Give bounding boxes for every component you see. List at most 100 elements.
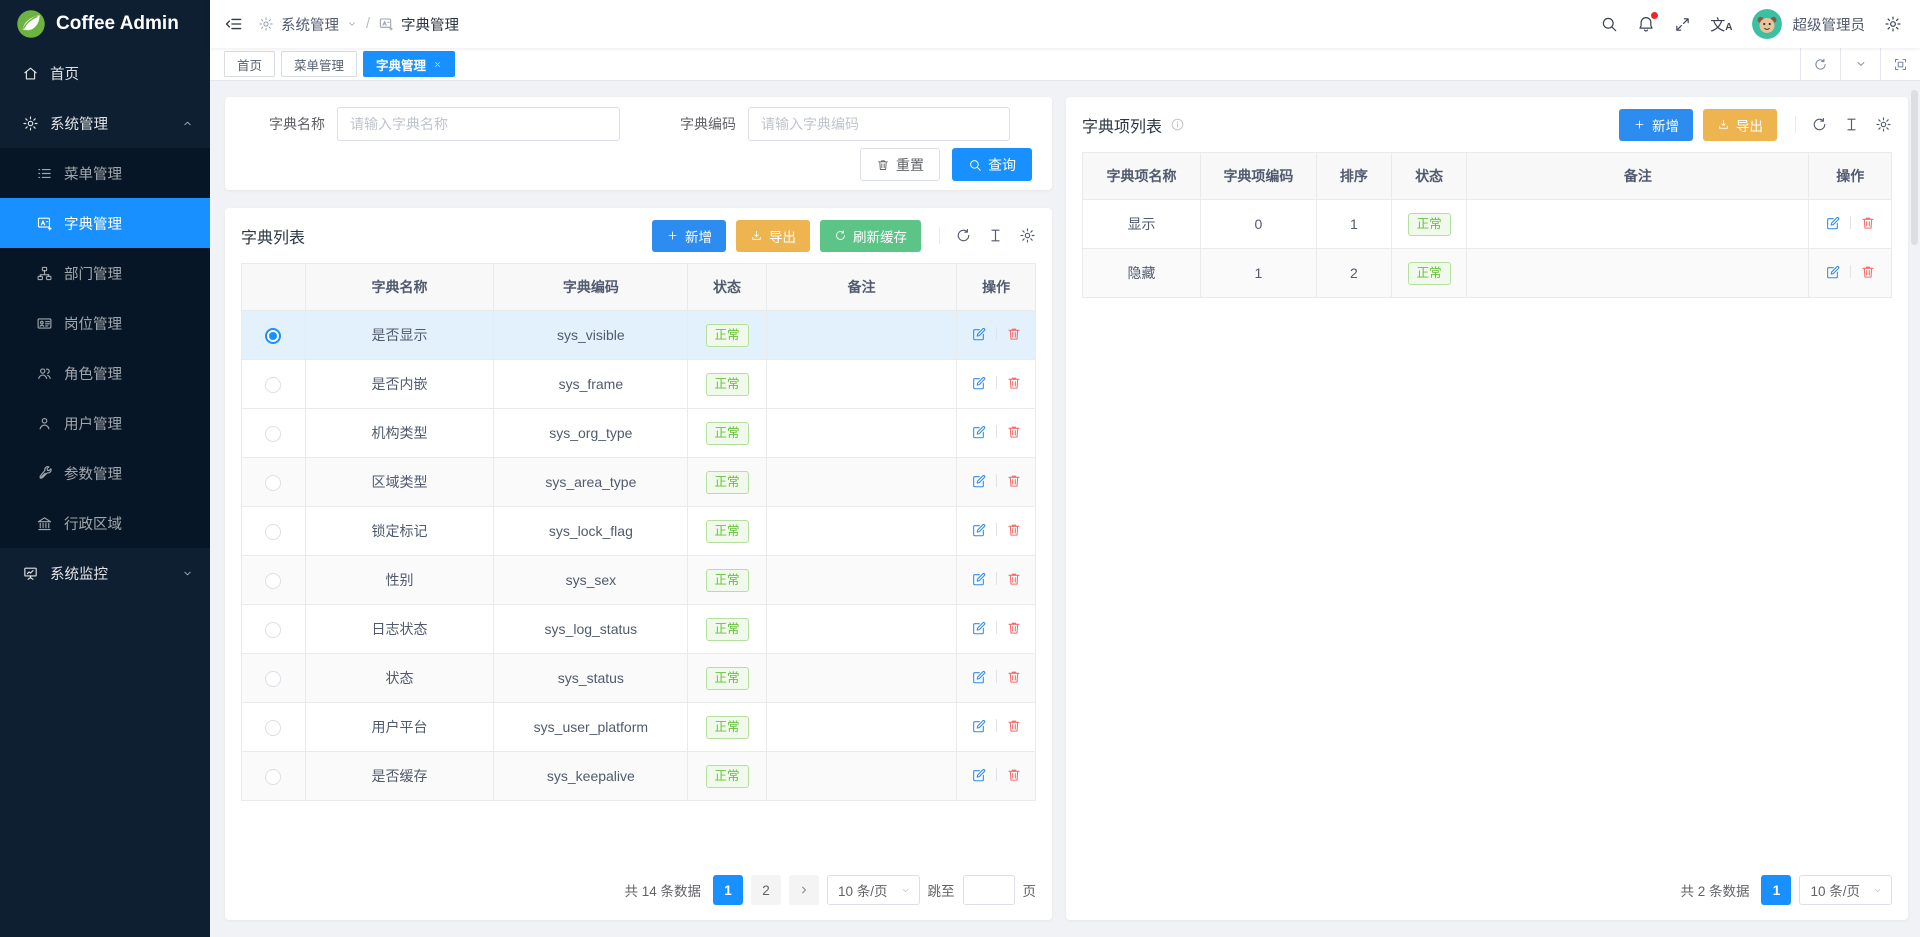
trash-icon[interactable] xyxy=(1860,264,1876,280)
edit-icon-wrap[interactable] xyxy=(1825,264,1841,280)
dict-name-input[interactable] xyxy=(337,107,620,141)
sidebar-item-menu-management[interactable]: 菜单管理 xyxy=(0,148,210,198)
refresh-icon[interactable] xyxy=(1811,116,1828,133)
export-dict-button[interactable]: 导出 xyxy=(736,220,810,252)
sidebar-item-system-monitor[interactable]: 系统监控 xyxy=(0,548,210,598)
sidebar-item-admin-region[interactable]: 行政区域 xyxy=(0,498,210,548)
edit-icon[interactable] xyxy=(971,473,987,489)
dict-table-row[interactable]: 锁定标记sys_lock_flag正常 xyxy=(242,507,1036,556)
edit-icon-wrap[interactable] xyxy=(971,767,987,783)
sidebar-item-home[interactable]: 首页 xyxy=(0,48,210,98)
tab-字典管理[interactable]: 字典管理 xyxy=(363,51,455,77)
edit-icon-wrap[interactable] xyxy=(971,571,987,587)
trash-icon[interactable] xyxy=(1006,522,1022,538)
delete-icon-wrap[interactable] xyxy=(1006,326,1022,342)
edit-icon-wrap[interactable] xyxy=(971,424,987,440)
page-button-1[interactable]: 1 xyxy=(713,875,743,905)
jump-page-input[interactable] xyxy=(963,875,1015,905)
close-icon[interactable] xyxy=(433,60,442,69)
dict-table-row[interactable]: 是否显示sys_visible正常 xyxy=(242,311,1036,360)
dict-table-row[interactable]: 用户平台sys_user_platform正常 xyxy=(242,703,1036,752)
delete-icon-wrap[interactable] xyxy=(1860,264,1876,280)
edit-icon-wrap[interactable] xyxy=(1825,215,1841,231)
trash-icon[interactable] xyxy=(1006,424,1022,440)
delete-icon-wrap[interactable] xyxy=(1006,571,1022,587)
trash-icon[interactable] xyxy=(1006,669,1022,685)
delete-icon-wrap[interactable] xyxy=(1006,424,1022,440)
dict-table-row[interactable]: 区域类型sys_area_type正常 xyxy=(242,458,1036,507)
dict-table-row[interactable]: 是否缓存sys_keepalive正常 xyxy=(242,752,1036,801)
reset-button[interactable]: 重置 xyxy=(860,148,940,181)
edit-icon-wrap[interactable] xyxy=(971,718,987,734)
edit-icon-wrap[interactable] xyxy=(971,473,987,489)
trash-icon[interactable] xyxy=(1006,767,1022,783)
edit-icon[interactable] xyxy=(971,424,987,440)
row-radio[interactable] xyxy=(265,769,281,785)
edit-icon[interactable] xyxy=(971,571,987,587)
trash-icon[interactable] xyxy=(1006,375,1022,391)
chevron-down-icon[interactable] xyxy=(1840,48,1880,81)
dict-item-table-row[interactable]: 显示01正常 xyxy=(1083,200,1892,249)
row-radio[interactable] xyxy=(265,671,281,687)
trash-icon[interactable] xyxy=(1006,326,1022,342)
next-page-button[interactable] xyxy=(789,875,819,905)
tab-菜单管理[interactable]: 菜单管理 xyxy=(281,51,357,77)
fullscreen-icon[interactable] xyxy=(1674,16,1691,33)
edit-icon[interactable] xyxy=(1825,264,1841,280)
row-radio[interactable] xyxy=(265,573,281,589)
breadcrumb-level1[interactable]: 系统管理 xyxy=(258,14,358,35)
dict-table-row[interactable]: 性别sys_sex正常 xyxy=(242,556,1036,605)
page-button-2[interactable]: 2 xyxy=(751,875,781,905)
delete-icon-wrap[interactable] xyxy=(1006,620,1022,636)
query-button[interactable]: 查询 xyxy=(952,148,1032,181)
row-radio[interactable] xyxy=(265,524,281,540)
dict-table-row[interactable]: 是否内嵌sys_frame正常 xyxy=(242,360,1036,409)
trash-icon[interactable] xyxy=(1006,620,1022,636)
dict-table-row[interactable]: 机构类型sys_org_type正常 xyxy=(242,409,1036,458)
sidebar-collapse-button[interactable] xyxy=(224,14,244,34)
trash-icon[interactable] xyxy=(1860,215,1876,231)
trash-icon[interactable] xyxy=(1006,718,1022,734)
gear-icon[interactable] xyxy=(1875,116,1892,133)
row-radio[interactable] xyxy=(265,377,281,393)
page-size-select[interactable]: 10 条/页 xyxy=(1799,875,1892,905)
edit-icon-wrap[interactable] xyxy=(971,669,987,685)
delete-icon-wrap[interactable] xyxy=(1006,522,1022,538)
page-size-select[interactable]: 10 条/页 xyxy=(827,875,920,905)
row-radio[interactable] xyxy=(265,328,281,344)
add-dict-button[interactable]: 新增 xyxy=(652,220,726,252)
sidebar-item-param-management[interactable]: 参数管理 xyxy=(0,448,210,498)
language-switch-icon[interactable]: 文A xyxy=(1710,14,1732,35)
sidebar-item-dict-management[interactable]: 字典管理 xyxy=(0,198,210,248)
user-name[interactable]: 超级管理员 xyxy=(1793,14,1866,35)
column-height-icon[interactable] xyxy=(1843,116,1860,133)
add-dict-item-button[interactable]: 新增 xyxy=(1619,109,1693,141)
sidebar-item-user-management[interactable]: 用户管理 xyxy=(0,398,210,448)
edit-icon-wrap[interactable] xyxy=(971,522,987,538)
dict-table-row[interactable]: 状态sys_status正常 xyxy=(242,654,1036,703)
dict-table-row[interactable]: 日志状态sys_log_status正常 xyxy=(242,605,1036,654)
edit-icon[interactable] xyxy=(971,375,987,391)
edit-icon-wrap[interactable] xyxy=(971,326,987,342)
row-radio[interactable] xyxy=(265,475,281,491)
refresh-cache-button[interactable]: 刷新缓存 xyxy=(820,220,921,252)
edit-icon[interactable] xyxy=(971,718,987,734)
sidebar-item-post-management[interactable]: 岗位管理 xyxy=(0,298,210,348)
edit-icon-wrap[interactable] xyxy=(971,375,987,391)
dict-code-input[interactable] xyxy=(748,107,1010,141)
sidebar-item-dept-management[interactable]: 部门管理 xyxy=(0,248,210,298)
delete-icon-wrap[interactable] xyxy=(1006,767,1022,783)
export-dict-item-button[interactable]: 导出 xyxy=(1703,109,1777,141)
settings-gear-icon[interactable] xyxy=(1884,15,1902,33)
delete-icon-wrap[interactable] xyxy=(1006,718,1022,734)
trash-icon[interactable] xyxy=(1006,571,1022,587)
row-radio[interactable] xyxy=(265,720,281,736)
page-button-1[interactable]: 1 xyxy=(1761,875,1791,905)
edit-icon[interactable] xyxy=(971,669,987,685)
notification-bell[interactable] xyxy=(1637,15,1655,33)
edit-icon-wrap[interactable] xyxy=(971,620,987,636)
row-radio[interactable] xyxy=(265,426,281,442)
search-icon[interactable] xyxy=(1600,15,1618,33)
dict-item-table-row[interactable]: 隐藏12正常 xyxy=(1083,249,1892,298)
column-height-icon[interactable] xyxy=(987,227,1004,244)
